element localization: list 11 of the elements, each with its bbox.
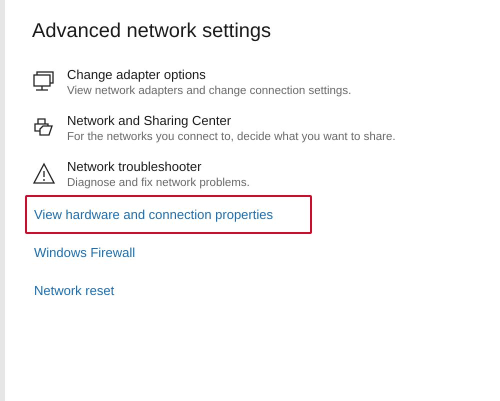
settings-link[interactable]: Windows Firewall: [34, 245, 136, 260]
option-description: Diagnose and fix network problems.: [67, 177, 250, 189]
option-description: View network adapters and change connection settings.: [67, 85, 352, 97]
option-title[interactable]: Change adapter options: [67, 67, 352, 82]
option-title[interactable]: Network and Sharing Center: [67, 113, 396, 128]
option-title[interactable]: Network troubleshooter: [67, 159, 250, 174]
option-description: For the networks you connect to, decide what you want to share.: [67, 131, 396, 143]
page-title: Advanced network settings: [32, 20, 272, 43]
settings-link[interactable]: Network reset: [34, 283, 114, 298]
warning-icon: [32, 162, 56, 186]
settings-link[interactable]: View hardware and connection properties: [34, 207, 273, 222]
